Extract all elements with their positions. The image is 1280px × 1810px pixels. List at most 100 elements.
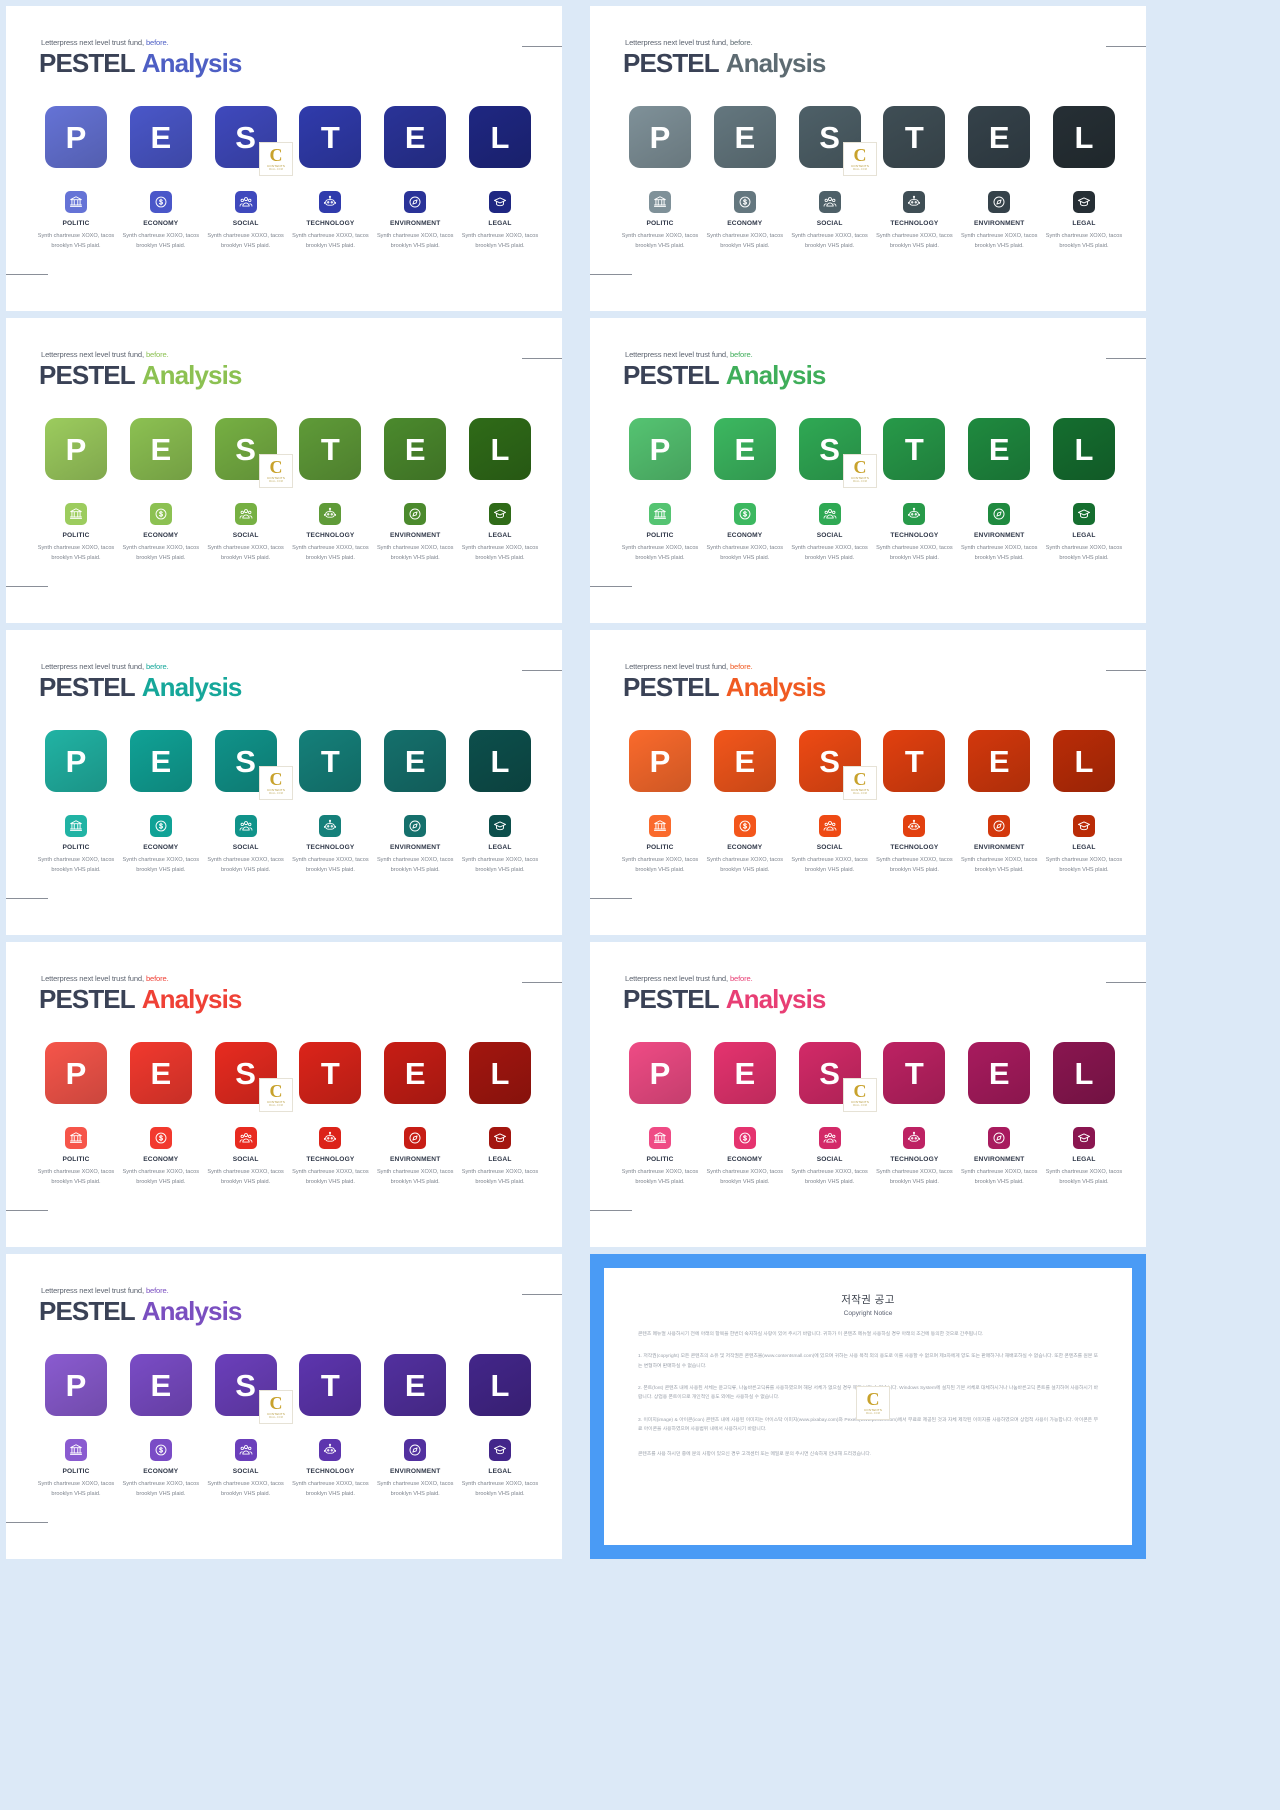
letter-tile-p-0[interactable]: P [629, 1042, 691, 1104]
pestel-column[interactable]: T TECHNOLOGY Synth chartreuse XOXO, taco… [290, 730, 370, 876]
letter-tile-e-1[interactable]: E [129, 1042, 192, 1104]
pestel-column[interactable]: S SOCIAL Synth chartreuse XOXO, tacos br… [206, 1354, 286, 1500]
pestel-column[interactable]: S SOCIAL Synth chartreuse XOXO, tacos br… [206, 730, 286, 876]
pestel-column[interactable]: E ENVIRONMENT Synth chartreuse XOXO, tac… [959, 1042, 1039, 1188]
letter-tile-l-5[interactable]: L [1052, 418, 1115, 480]
copyright-notice-slide[interactable]: 저작권 공고 Copyright Notice 콘텐츠 메뉴얼 사용하시기 전에 아… [590, 1254, 1146, 1559]
pestel-column[interactable]: E ENVIRONMENT Synth chartreuse XOXO, tac… [375, 1354, 455, 1500]
pestel-column[interactable]: L LEGAL Synth chartreuse XOXO, tacos bro… [1044, 1042, 1124, 1188]
pestel-column[interactable]: S SOCIAL Synth chartreuse XOXO, tacos br… [206, 1042, 286, 1188]
pestel-column[interactable]: T TECHNOLOGY Synth chartreuse XOXO, taco… [290, 106, 370, 252]
letter-tile-p-0[interactable]: P [45, 1042, 107, 1104]
letter-tile-t-3[interactable]: T [883, 730, 946, 792]
pestel-column[interactable]: E ECONOMY Synth chartreuse XOXO, tacos b… [121, 1354, 201, 1500]
letter-tile-t-3[interactable]: T [883, 106, 946, 168]
letter-tile-e-4[interactable]: E [384, 106, 447, 168]
pestel-column[interactable]: E ENVIRONMENT Synth chartreuse XOXO, tac… [375, 418, 455, 564]
pestel-slide-slate-gray[interactable]: Letterpress next level trust fund, befor… [590, 6, 1146, 311]
pestel-column[interactable]: P POLITIC Synth chartreuse XOXO, tacos b… [620, 730, 700, 876]
letter-tile-p-0[interactable]: P [629, 418, 691, 480]
pestel-column[interactable]: L LEGAL Synth chartreuse XOXO, tacos bro… [460, 1042, 540, 1188]
pestel-column[interactable]: L LEGAL Synth chartreuse XOXO, tacos bro… [1044, 730, 1124, 876]
letter-tile-e-1[interactable]: E [129, 730, 192, 792]
letter-tile-e-1[interactable]: E [129, 106, 192, 168]
pestel-column[interactable]: T TECHNOLOGY Synth chartreuse XOXO, taco… [874, 418, 954, 564]
pestel-column[interactable]: L LEGAL Synth chartreuse XOXO, tacos bro… [1044, 106, 1124, 252]
pestel-column[interactable]: T TECHNOLOGY Synth chartreuse XOXO, taco… [874, 106, 954, 252]
letter-tile-e-4[interactable]: E [968, 730, 1031, 792]
pestel-column[interactable]: S SOCIAL Synth chartreuse XOXO, tacos br… [206, 418, 286, 564]
pestel-slide-light-green[interactable]: Letterpress next level trust fund, befor… [6, 318, 562, 623]
pestel-slide-emerald[interactable]: Letterpress next level trust fund, befor… [590, 318, 1146, 623]
pestel-column[interactable]: T TECHNOLOGY Synth chartreuse XOXO, taco… [874, 1042, 954, 1188]
letter-tile-l-5[interactable]: L [1052, 106, 1115, 168]
pestel-column[interactable]: E ECONOMY Synth chartreuse XOXO, tacos b… [121, 106, 201, 252]
letter-tile-t-3[interactable]: T [299, 1042, 362, 1104]
letter-tile-t-3[interactable]: T [299, 418, 362, 480]
letter-tile-e-4[interactable]: E [384, 1042, 447, 1104]
letter-tile-e-1[interactable]: E [713, 418, 776, 480]
letter-tile-t-3[interactable]: T [883, 418, 946, 480]
letter-tile-e-4[interactable]: E [968, 418, 1031, 480]
letter-tile-p-0[interactable]: P [629, 730, 691, 792]
pestel-column[interactable]: S SOCIAL Synth chartreuse XOXO, tacos br… [206, 106, 286, 252]
letter-tile-e-1[interactable]: E [713, 1042, 776, 1104]
pestel-column[interactable]: E ECONOMY Synth chartreuse XOXO, tacos b… [705, 1042, 785, 1188]
pestel-column[interactable]: L LEGAL Synth chartreuse XOXO, tacos bro… [1044, 418, 1124, 564]
pestel-column[interactable]: S SOCIAL Synth chartreuse XOXO, tacos br… [790, 1042, 870, 1188]
letter-tile-e-4[interactable]: E [384, 418, 447, 480]
letter-tile-t-3[interactable]: T [299, 1354, 362, 1416]
letter-tile-l-5[interactable]: L [468, 106, 531, 168]
pestel-column[interactable]: E ECONOMY Synth chartreuse XOXO, tacos b… [121, 730, 201, 876]
pestel-column[interactable]: E ECONOMY Synth chartreuse XOXO, tacos b… [705, 418, 785, 564]
pestel-column[interactable]: T TECHNOLOGY Synth chartreuse XOXO, taco… [290, 1042, 370, 1188]
letter-tile-e-1[interactable]: E [129, 418, 192, 480]
pestel-slide-orange[interactable]: Letterpress next level trust fund, befor… [590, 630, 1146, 935]
letter-tile-e-4[interactable]: E [384, 1354, 447, 1416]
pestel-column[interactable]: T TECHNOLOGY Synth chartreuse XOXO, taco… [874, 730, 954, 876]
pestel-column[interactable]: L LEGAL Synth chartreuse XOXO, tacos bro… [460, 418, 540, 564]
pestel-column[interactable]: P POLITIC Synth chartreuse XOXO, tacos b… [36, 1042, 116, 1188]
letter-tile-p-0[interactable]: P [45, 418, 107, 480]
letter-tile-l-5[interactable]: L [468, 1354, 531, 1416]
letter-tile-t-3[interactable]: T [883, 1042, 946, 1104]
pestel-slide-teal[interactable]: Letterpress next level trust fund, befor… [6, 630, 562, 935]
letter-tile-p-0[interactable]: P [629, 106, 691, 168]
pestel-column[interactable]: E ECONOMY Synth chartreuse XOXO, tacos b… [121, 418, 201, 564]
letter-tile-t-3[interactable]: T [299, 730, 362, 792]
pestel-column[interactable]: E ENVIRONMENT Synth chartreuse XOXO, tac… [375, 1042, 455, 1188]
pestel-column[interactable]: E ENVIRONMENT Synth chartreuse XOXO, tac… [375, 730, 455, 876]
letter-tile-p-0[interactable]: P [45, 730, 107, 792]
pestel-column[interactable]: E ECONOMY Synth chartreuse XOXO, tacos b… [121, 1042, 201, 1188]
pestel-column[interactable]: E ECONOMY Synth chartreuse XOXO, tacos b… [705, 730, 785, 876]
pestel-slide-blue-indigo[interactable]: Letterpress next level trust fund, befor… [6, 6, 562, 311]
letter-tile-t-3[interactable]: T [299, 106, 362, 168]
pestel-column[interactable]: E ENVIRONMENT Synth chartreuse XOXO, tac… [375, 106, 455, 252]
letter-tile-e-1[interactable]: E [713, 106, 776, 168]
letter-tile-e-4[interactable]: E [384, 730, 447, 792]
pestel-column[interactable]: E ENVIRONMENT Synth chartreuse XOXO, tac… [959, 730, 1039, 876]
letter-tile-e-1[interactable]: E [713, 730, 776, 792]
pestel-column[interactable]: S SOCIAL Synth chartreuse XOXO, tacos br… [790, 106, 870, 252]
letter-tile-l-5[interactable]: L [468, 730, 531, 792]
pestel-column[interactable]: E ENVIRONMENT Synth chartreuse XOXO, tac… [959, 418, 1039, 564]
letter-tile-p-0[interactable]: P [45, 106, 107, 168]
pestel-column[interactable]: P POLITIC Synth chartreuse XOXO, tacos b… [620, 1042, 700, 1188]
pestel-column[interactable]: T TECHNOLOGY Synth chartreuse XOXO, taco… [290, 418, 370, 564]
pestel-column[interactable]: P POLITIC Synth chartreuse XOXO, tacos b… [620, 418, 700, 564]
pestel-column[interactable]: P POLITIC Synth chartreuse XOXO, tacos b… [36, 106, 116, 252]
pestel-column[interactable]: E ECONOMY Synth chartreuse XOXO, tacos b… [705, 106, 785, 252]
letter-tile-l-5[interactable]: L [1052, 1042, 1115, 1104]
pestel-column[interactable]: L LEGAL Synth chartreuse XOXO, tacos bro… [460, 1354, 540, 1500]
pestel-column[interactable]: T TECHNOLOGY Synth chartreuse XOXO, taco… [290, 1354, 370, 1500]
letter-tile-e-4[interactable]: E [968, 1042, 1031, 1104]
letter-tile-e-4[interactable]: E [968, 106, 1031, 168]
pestel-column[interactable]: P POLITIC Synth chartreuse XOXO, tacos b… [36, 418, 116, 564]
letter-tile-p-0[interactable]: P [45, 1354, 107, 1416]
pestel-slide-purple[interactable]: Letterpress next level trust fund, befor… [6, 1254, 562, 1559]
pestel-column[interactable]: E ENVIRONMENT Synth chartreuse XOXO, tac… [959, 106, 1039, 252]
pestel-column[interactable]: L LEGAL Synth chartreuse XOXO, tacos bro… [460, 106, 540, 252]
pestel-slide-pink[interactable]: Letterpress next level trust fund, befor… [590, 942, 1146, 1247]
letter-tile-l-5[interactable]: L [1052, 730, 1115, 792]
pestel-column[interactable]: S SOCIAL Synth chartreuse XOXO, tacos br… [790, 418, 870, 564]
